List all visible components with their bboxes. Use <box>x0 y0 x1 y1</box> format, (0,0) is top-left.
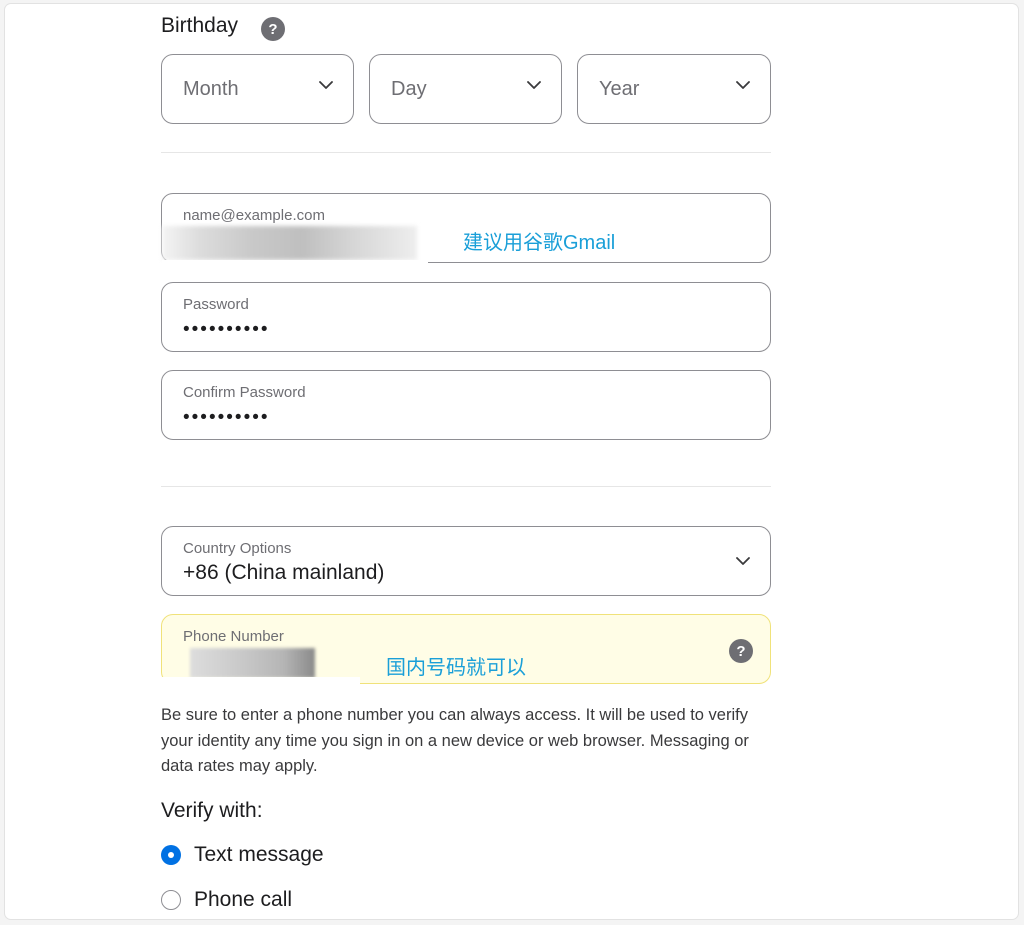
question-mark-glyph: ? <box>736 642 746 660</box>
password-value: •••••••••• <box>183 319 270 340</box>
phone-help-icon[interactable]: ? <box>729 639 753 663</box>
radio-button-checked[interactable] <box>161 845 181 865</box>
password-label: Password <box>183 296 249 313</box>
chevron-down-icon <box>527 81 541 89</box>
chevron-down-icon <box>736 557 750 565</box>
year-placeholder: Year <box>599 77 640 100</box>
section-divider <box>161 486 771 487</box>
confirm-password-label: Confirm Password <box>183 384 306 401</box>
day-select[interactable]: Day <box>369 54 562 124</box>
birthday-help-icon[interactable]: ? <box>261 17 285 41</box>
password-field[interactable]: Password •••••••••• <box>161 282 771 352</box>
chevron-down-icon <box>736 81 750 89</box>
country-label: Country Options <box>183 540 292 557</box>
redaction-mask <box>162 260 428 268</box>
month-select[interactable]: Month <box>161 54 354 124</box>
email-placeholder: name@example.com <box>183 207 325 224</box>
verify-option-text-message[interactable]: Text message <box>161 843 324 867</box>
email-annotation: 建议用谷歌Gmail <box>463 232 616 254</box>
confirm-password-field[interactable]: Confirm Password •••••••••• <box>161 370 771 440</box>
form-card <box>5 4 1018 919</box>
country-value: +86 (China mainland) <box>183 561 385 584</box>
section-divider <box>161 152 771 153</box>
verify-option-phone-call[interactable]: Phone call <box>161 888 292 912</box>
radio-button[interactable] <box>161 890 181 910</box>
month-placeholder: Month <box>183 77 239 100</box>
phone-number-label: Phone Number <box>183 628 284 645</box>
phone-annotation: 国内号码就可以 <box>386 657 526 679</box>
verify-option-label: Text message <box>194 843 324 866</box>
chevron-down-icon <box>319 81 333 89</box>
redacted-phone <box>190 648 315 678</box>
verify-option-label: Phone call <box>194 888 293 911</box>
redaction-mask <box>130 677 360 687</box>
day-placeholder: Day <box>391 77 427 100</box>
country-select[interactable]: Country Options +86 (China mainland) <box>161 526 771 596</box>
phone-helper-text: Be sure to enter a phone number you can … <box>161 706 749 775</box>
year-select[interactable]: Year <box>577 54 771 124</box>
birthday-title: Birthday <box>161 14 239 37</box>
verify-title: Verify with: <box>161 799 263 822</box>
question-mark-glyph: ? <box>268 20 278 38</box>
confirm-password-value: •••••••••• <box>183 407 270 428</box>
redacted-email <box>162 226 417 260</box>
